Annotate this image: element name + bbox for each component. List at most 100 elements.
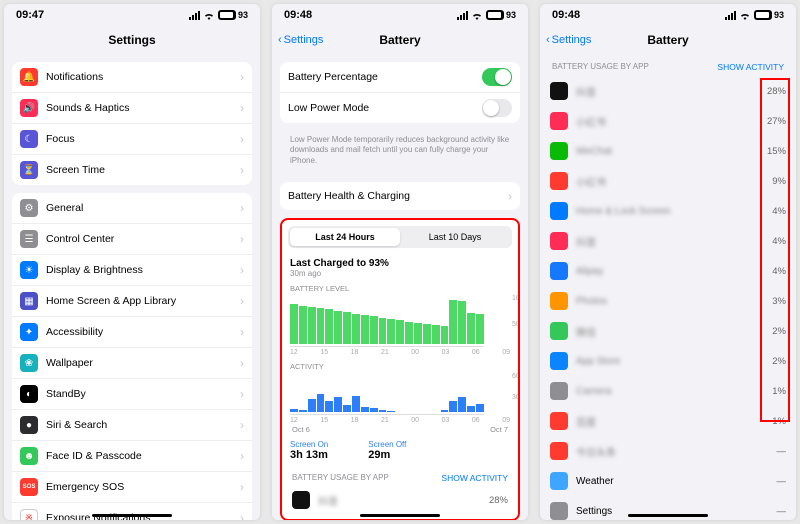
time-range-segmented[interactable]: Last 24 Hours Last 10 Days	[288, 226, 512, 248]
seg-24h[interactable]: Last 24 Hours	[290, 228, 400, 246]
settings-row-standby[interactable]: ◐StandBy›	[12, 379, 252, 410]
settings-row-notifications[interactable]: 🔔Notifications›	[12, 62, 252, 93]
usage-list: 抖音28%小红书27%WeChat15%小红书9%Home & Lock Scr…	[540, 76, 796, 520]
settings-row-display-brightness[interactable]: ☀Display & Brightness›	[12, 255, 252, 286]
usage-header: BATTERY USAGE BY APP	[292, 473, 389, 483]
nav-bar: ‹ Settings Battery	[272, 26, 528, 54]
usage-row[interactable]: Camera1%	[540, 376, 796, 406]
settings-row-screen-time[interactable]: ⏳Screen Time›	[12, 155, 252, 185]
app-icon	[550, 262, 568, 280]
page-title: Battery	[647, 33, 688, 47]
clock: 09:47	[16, 9, 44, 21]
usage-row[interactable]: App Store2%	[540, 346, 796, 376]
row-icon: ●	[20, 416, 38, 434]
usage-row[interactable]: 抖音28%	[540, 76, 796, 106]
app-icon	[550, 202, 568, 220]
home-indicator[interactable]	[360, 514, 440, 517]
settings-row-general[interactable]: ⚙General›	[12, 193, 252, 224]
battery-percentage-row[interactable]: Battery Percentage	[280, 62, 520, 93]
cellular-icon	[457, 11, 468, 20]
row-icon: ❀	[20, 354, 38, 372]
app-icon	[550, 322, 568, 340]
show-activity-link[interactable]: SHOW ACTIVITY	[441, 473, 508, 483]
app-icon	[550, 232, 568, 250]
app-percent: 27%	[758, 116, 786, 127]
usage-row[interactable]: Alipay4%	[540, 256, 796, 286]
battery-icon: 93	[218, 10, 248, 20]
app-percent: 2%	[758, 356, 786, 367]
settings-row-focus[interactable]: ☾Focus›	[12, 124, 252, 155]
chevron-right-icon: ›	[240, 294, 244, 308]
row-icon: ☻	[20, 447, 38, 465]
usage-row[interactable]: 抖音 28%	[282, 485, 518, 515]
usage-row[interactable]: Weather—	[540, 466, 796, 496]
app-icon	[550, 382, 568, 400]
app-percent: —	[758, 506, 786, 517]
usage-row[interactable]: 今日头条—	[540, 436, 796, 466]
low-power-mode-row[interactable]: Low Power Mode	[280, 93, 520, 123]
settings-row-emergency-sos[interactable]: SOSEmergency SOS›	[12, 472, 252, 503]
screen-on-stat: Screen On 3h 13m	[290, 440, 328, 461]
status-bar: 09:48 93	[540, 4, 796, 26]
wifi-icon	[471, 11, 483, 20]
battery-icon: 93	[754, 10, 784, 20]
page-title: Settings	[108, 33, 155, 47]
settings-row-control-center[interactable]: ☰Control Center›	[12, 224, 252, 255]
usage-row[interactable]: 微信2%	[540, 316, 796, 346]
usage-row[interactable]: Photos3%	[540, 286, 796, 316]
usage-row[interactable]: 百度1%	[540, 406, 796, 436]
battery-level-chart	[290, 295, 484, 347]
home-indicator[interactable]	[628, 514, 708, 517]
settings-row-face-id-passcode[interactable]: ☻Face ID & Passcode›	[12, 441, 252, 472]
settings-row-sounds-haptics[interactable]: 🔊Sounds & Haptics›	[12, 93, 252, 124]
row-icon: ☀	[20, 261, 38, 279]
usage-row[interactable]: WeChat15%	[540, 136, 796, 166]
app-name: WeChat	[576, 146, 758, 157]
settings-row-home-screen-app-library[interactable]: ▦Home Screen & App Library›	[12, 286, 252, 317]
battery-level-label: BATTERY LEVEL	[290, 284, 510, 293]
app-percent: —	[758, 476, 786, 487]
screenshot-battery: 09:48 93 ‹ Settings Battery Battery Perc…	[272, 4, 528, 520]
usage-row[interactable]: 抖音4%	[540, 226, 796, 256]
app-name: Weather	[576, 476, 758, 487]
app-percent: 28%	[758, 86, 786, 97]
status-bar: 09:48 93	[272, 4, 528, 26]
settings-row-accessibility[interactable]: ✦Accessibility›	[12, 317, 252, 348]
app-percent: 4%	[758, 266, 786, 277]
back-button[interactable]: ‹ Settings	[546, 34, 591, 46]
battery-health-row[interactable]: Battery Health & Charging ›	[280, 182, 520, 210]
app-name: Alipay	[576, 266, 758, 277]
battery-percentage-toggle[interactable]	[482, 68, 512, 86]
chevron-right-icon: ›	[240, 70, 244, 84]
usage-row[interactable]: 小红书27%	[540, 106, 796, 136]
back-button[interactable]: ‹ Settings	[278, 34, 323, 46]
home-indicator[interactable]	[92, 514, 172, 517]
app-icon	[550, 142, 568, 160]
app-percent: 2%	[758, 326, 786, 337]
app-name: 抖音	[576, 234, 758, 249]
usage-row[interactable]: 小红书9%	[540, 166, 796, 196]
row-icon: ◐	[20, 385, 38, 403]
chevron-right-icon: ›	[240, 232, 244, 246]
app-percent: 3%	[758, 296, 786, 307]
show-activity-link[interactable]: SHOW ACTIVITY	[717, 62, 784, 72]
settings-row-exposure-notifications[interactable]: ※Exposure Notifications›	[12, 503, 252, 520]
row-icon: SOS	[20, 478, 38, 496]
app-percent: 4%	[758, 206, 786, 217]
app-icon	[550, 442, 568, 460]
app-name: App Store	[576, 356, 758, 367]
wifi-icon	[203, 11, 215, 20]
battery-icon: 93	[486, 10, 516, 20]
chevron-right-icon: ›	[508, 189, 512, 203]
page-title: Battery	[379, 33, 420, 47]
low-power-mode-toggle[interactable]	[482, 99, 512, 117]
app-icon	[550, 112, 568, 130]
clock: 09:48	[284, 9, 312, 21]
row-icon: ▦	[20, 292, 38, 310]
settings-row-siri-search[interactable]: ●Siri & Search›	[12, 410, 252, 441]
seg-10d[interactable]: Last 10 Days	[400, 228, 510, 246]
app-name: 小红书	[576, 174, 758, 189]
settings-row-wallpaper[interactable]: ❀Wallpaper›	[12, 348, 252, 379]
usage-header: BATTERY USAGE BY APP	[552, 62, 649, 72]
usage-row[interactable]: Home & Lock Screen4%	[540, 196, 796, 226]
